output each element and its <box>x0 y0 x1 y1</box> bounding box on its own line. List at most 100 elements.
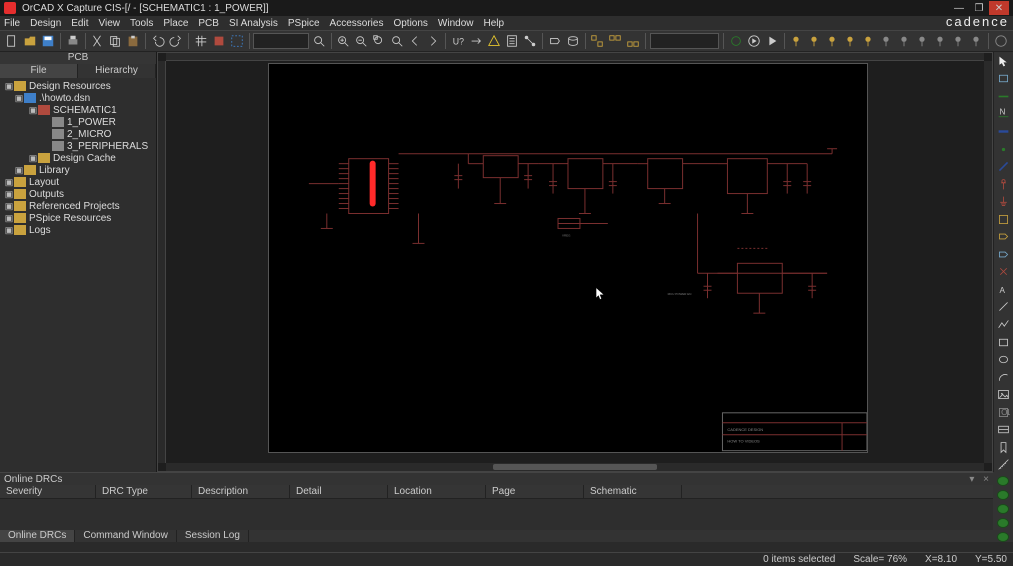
xref2-icon[interactable] <box>607 32 623 50</box>
tree-node[interactable]: ▣Layout <box>0 176 156 188</box>
project-tree[interactable]: ▣Design Resources▣.\howto.dsn▣SCHEMATIC1… <box>0 78 156 472</box>
run-icon[interactable] <box>746 32 762 50</box>
horizontal-scrollbar[interactable] <box>166 463 984 471</box>
tree-node[interactable]: ▣Outputs <box>0 188 156 200</box>
tree-node[interactable]: ▣Library <box>0 164 156 176</box>
zoom-area-icon[interactable] <box>389 32 405 50</box>
tree-twisty-icon[interactable]: ▣ <box>4 177 14 188</box>
paste-icon[interactable] <box>125 32 141 50</box>
menu-tools[interactable]: Tools <box>130 18 153 29</box>
close-button[interactable]: ✕ <box>989 1 1009 15</box>
tree-node[interactable]: ▣.\howto.dsn <box>0 92 156 104</box>
bom-icon[interactable] <box>504 32 520 50</box>
tree-twisty-icon[interactable]: ▣ <box>4 81 14 92</box>
tree-twisty-icon[interactable]: ▣ <box>28 105 38 116</box>
place-junction-icon[interactable] <box>996 142 1012 157</box>
panel-dropdown-icon[interactable]: ▾ <box>969 474 974 485</box>
menu-window[interactable]: Window <box>438 18 474 29</box>
search-input[interactable] <box>253 33 308 49</box>
marker4-icon[interactable] <box>842 32 858 50</box>
menu-place[interactable]: Place <box>163 18 188 29</box>
grid-icon[interactable] <box>193 32 209 50</box>
tree-node[interactable]: ▣PSpice Resources <box>0 212 156 224</box>
copy-icon[interactable] <box>107 32 123 50</box>
tree-node[interactable]: ▣Referenced Projects <box>0 200 156 212</box>
tree-twisty-icon[interactable]: ▣ <box>4 189 14 200</box>
place-wire-icon[interactable] <box>996 89 1012 104</box>
tree-node[interactable]: ▣SCHEMATIC1 <box>0 104 156 116</box>
tab-online-drcs[interactable]: Online DRCs <box>0 530 75 542</box>
zoom-out-icon[interactable] <box>353 32 369 50</box>
drc-icon[interactable] <box>486 32 502 50</box>
menu-edit[interactable]: Edit <box>71 18 88 29</box>
tree-node[interactable]: 3_PERIPHERALS <box>0 140 156 152</box>
open-icon[interactable] <box>22 32 38 50</box>
tree-twisty-icon[interactable]: ▣ <box>4 201 14 212</box>
zoom-fit-icon[interactable] <box>371 32 387 50</box>
marker1-icon[interactable] <box>788 32 804 50</box>
menu-pcb[interactable]: PCB <box>198 18 219 29</box>
cis-icon[interactable] <box>565 32 581 50</box>
redo-icon[interactable] <box>168 32 184 50</box>
place-power-icon[interactable] <box>996 177 1012 192</box>
marker8-icon[interactable] <box>914 32 930 50</box>
new-icon[interactable] <box>4 32 20 50</box>
menu-file[interactable]: File <box>4 18 20 29</box>
accent-dot-icon[interactable] <box>997 476 1009 486</box>
place-title-block-icon[interactable] <box>996 422 1012 437</box>
place-bus-icon[interactable] <box>996 124 1012 139</box>
accent-dot-icon[interactable] <box>997 504 1009 514</box>
place-ole-icon[interactable]: OLE <box>996 405 1012 420</box>
tree-node[interactable]: ▣Design Cache <box>0 152 156 164</box>
menu-help[interactable]: Help <box>484 18 505 29</box>
menu-view[interactable]: View <box>99 18 121 29</box>
back-annotate-icon[interactable] <box>468 32 484 50</box>
place-net-alias-icon[interactable]: N <box>996 107 1012 122</box>
schematic-sheet[interactable]: VREG MCU POWER EN CA <box>268 63 868 453</box>
zoom-next-icon[interactable] <box>425 32 441 50</box>
tab-session-log[interactable]: Session Log <box>177 530 249 542</box>
marker5-icon[interactable] <box>860 32 876 50</box>
save-icon[interactable] <box>40 32 56 50</box>
place-bus-entry-icon[interactable] <box>996 159 1012 174</box>
area-icon[interactable] <box>229 32 245 50</box>
col-page[interactable]: Page <box>486 485 584 498</box>
select-icon[interactable] <box>996 54 1012 69</box>
tree-twisty-icon[interactable]: ▣ <box>4 213 14 224</box>
minimize-button[interactable]: — <box>949 1 969 15</box>
col-drc-type[interactable]: DRC Type <box>96 485 192 498</box>
measure-icon[interactable] <box>996 458 1012 473</box>
place-hier-block-icon[interactable] <box>996 212 1012 227</box>
sim-settings-icon[interactable] <box>728 32 744 50</box>
vertical-scrollbar[interactable] <box>984 61 992 463</box>
place-arc-icon[interactable] <box>996 370 1012 385</box>
zoom-in-icon[interactable] <box>335 32 351 50</box>
schematic-canvas[interactable]: VREG MCU POWER EN CA <box>157 52 993 472</box>
place-bookmark-icon[interactable] <box>996 440 1012 455</box>
tree-twisty-icon[interactable]: ▣ <box>28 153 38 164</box>
xref3-icon[interactable] <box>625 32 641 50</box>
cross-ref-icon[interactable] <box>589 32 605 50</box>
marker2-icon[interactable] <box>806 32 822 50</box>
col-schematic[interactable]: Schematic <box>584 485 682 498</box>
place-rectangle-icon[interactable] <box>996 335 1012 350</box>
marker10-icon[interactable] <box>950 32 966 50</box>
menu-accessories[interactable]: Accessories <box>330 18 384 29</box>
accent-dot-icon[interactable] <box>997 518 1009 528</box>
annotate-icon[interactable]: U? <box>450 32 466 50</box>
marker7-icon[interactable] <box>896 32 912 50</box>
accent-dot-icon[interactable] <box>997 490 1009 500</box>
place-line-icon[interactable] <box>996 300 1012 315</box>
panel-close-icon[interactable]: × <box>983 474 989 485</box>
place-no-connect-icon[interactable] <box>996 265 1012 280</box>
menu-options[interactable]: Options <box>393 18 427 29</box>
place-text-icon[interactable]: A <box>996 282 1012 297</box>
tree-node[interactable]: ▣Design Resources <box>0 80 156 92</box>
help-icon[interactable] <box>993 32 1009 50</box>
tree-twisty-icon[interactable]: ▣ <box>14 93 24 104</box>
part-combo[interactable] <box>650 33 719 49</box>
tree-node[interactable]: 2_MICRO <box>0 128 156 140</box>
marker9-icon[interactable] <box>932 32 948 50</box>
tree-twisty-icon[interactable]: ▣ <box>4 225 14 236</box>
place-part-icon[interactable] <box>996 72 1012 87</box>
